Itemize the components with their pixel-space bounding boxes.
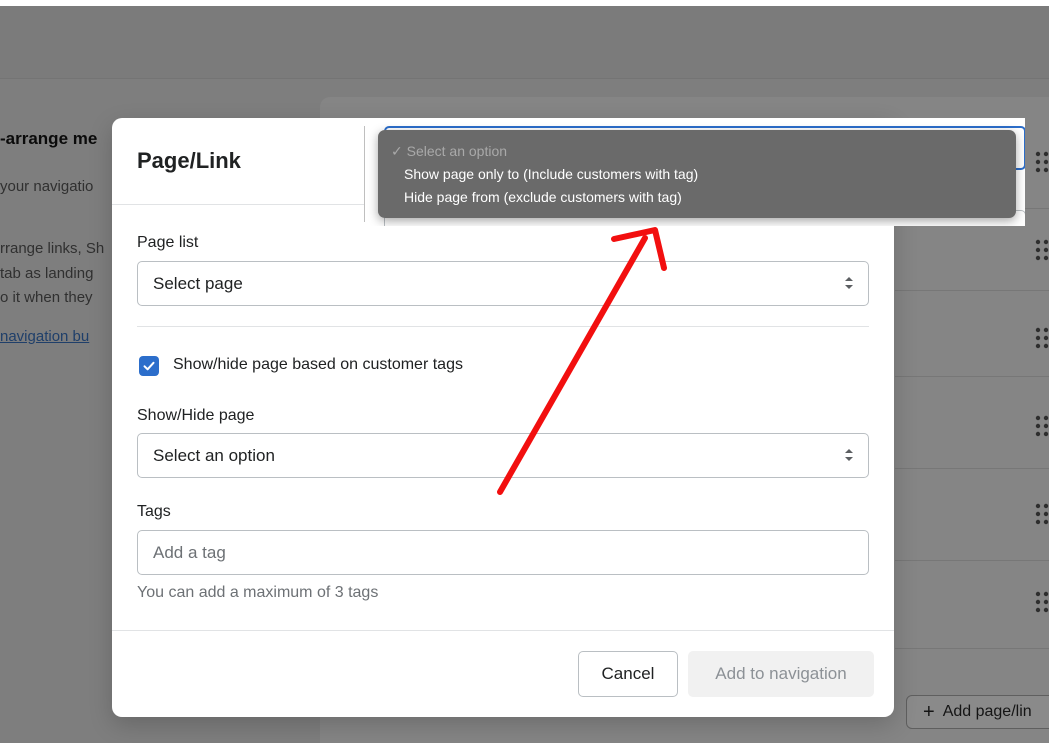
inset-separator [364,126,365,222]
row-divider [895,560,1049,561]
footer-divider [112,630,894,631]
drag-handle-icon[interactable] [1035,502,1049,526]
section-divider [137,326,869,327]
page-list-label: Page list [137,234,199,251]
show-hide-select[interactable]: Select an option [137,433,869,478]
modal-title: Page/Link [137,148,241,173]
tags-input[interactable] [137,530,869,575]
drag-handle-icon[interactable] [1035,150,1049,174]
section-description-line: o it when they [0,289,93,306]
customer-tags-checkbox[interactable] [139,356,159,376]
customer-tags-checkbox-label[interactable]: Show/hide page based on customer tags [173,356,463,374]
dropdown-zoom-inset: ✓ Select an option Show page only to (In… [366,118,1025,226]
add-to-navigation-button[interactable]: Add to navigation [688,651,874,697]
select-arrows-icon [845,449,853,461]
row-divider [895,376,1049,377]
show-hide-dropdown-menu: ✓ Select an option Show page only to (In… [378,130,1016,218]
cancel-button[interactable]: Cancel [578,651,678,697]
drag-handle-icon[interactable] [1035,590,1049,614]
drag-handle-icon[interactable] [1035,238,1049,262]
header-divider [112,204,364,205]
tags-help-text: You can add a maximum of 3 tags [137,584,379,601]
show-hide-value: Select an option [153,445,275,465]
dropdown-option-show-page[interactable]: Show page only to (Include customers wit… [378,163,1016,186]
row-divider [895,648,1049,649]
add-page-link-label: Add page/lin [942,703,1032,720]
add-page-link-button[interactable]: + Add page/lin [906,695,1049,729]
section-description-line: tab as landing [0,265,94,282]
section-description: your navigatio [0,178,94,195]
page-list-select[interactable]: Select page [137,261,869,306]
row-divider [895,290,1049,291]
page-list-value: Select page [153,273,243,293]
section-description-line: rrange links, Sh [0,240,105,257]
drag-handle-icon[interactable] [1035,414,1049,438]
show-hide-label: Show/Hide page [137,407,255,424]
section-heading: -arrange me [0,129,98,148]
plus-icon: + [923,701,935,723]
checkmark-icon: ✓ [391,143,407,159]
checkmark-icon [143,361,155,371]
dropdown-option-select[interactable]: ✓ Select an option [378,140,1016,163]
drag-handle-icon[interactable] [1035,326,1049,350]
tags-label: Tags [137,503,171,520]
dropdown-option-hide-page[interactable]: Hide page from (exclude customers with t… [378,186,1016,209]
page-header-bar [0,6,1049,79]
row-divider [895,468,1049,469]
select-arrows-icon [845,277,853,289]
navigation-builder-link[interactable]: navigation bu [0,328,89,345]
